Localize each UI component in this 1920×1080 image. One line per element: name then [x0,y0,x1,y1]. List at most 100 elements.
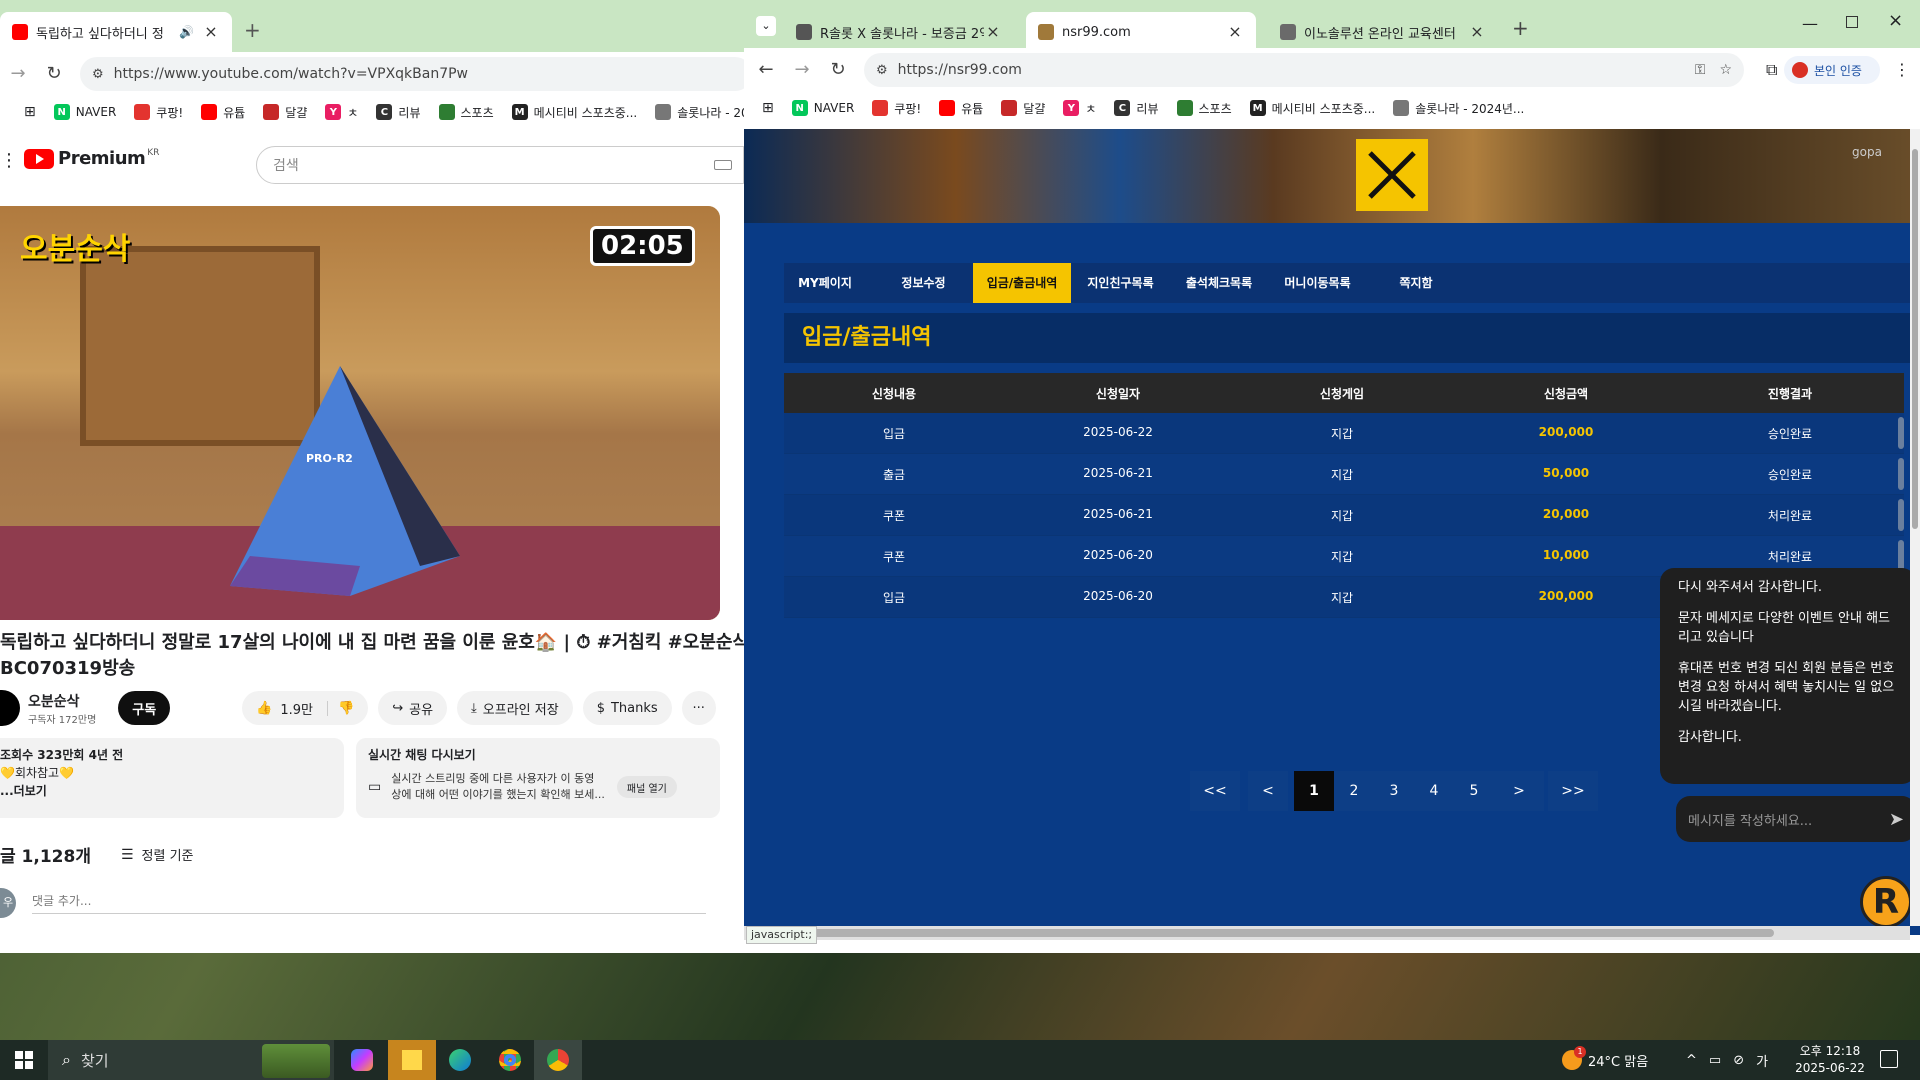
minimize-icon[interactable]: — [1802,14,1818,33]
close-icon[interactable]: × [984,23,1002,41]
share-button[interactable]: ↪ 공유 [378,691,448,725]
channel-name[interactable]: 오분순삭 [28,691,96,711]
thanks-button[interactable]: $ Thanks [582,691,672,725]
site-menu-item[interactable]: MY페이지 [776,263,874,303]
pagination-button[interactable]: 1 [1294,771,1334,811]
start-button[interactable] [0,1040,48,1080]
site-menu-item[interactable]: 출석체크목록 [1170,263,1268,303]
bookmark-item[interactable]: M 메시티비 스포츠중... [1249,100,1375,117]
bookmark-item[interactable]: 쿠팡! [872,100,921,117]
site-menu-item[interactable]: 지인친구목록 [1072,263,1170,303]
password-key-icon[interactable]: ⚿ [1695,62,1706,78]
keyboard-icon[interactable] [714,160,732,170]
vertical-scrollbar-thumb[interactable] [1912,149,1918,529]
bookmark-item[interactable]: 유튭 [939,100,983,117]
maximize-icon[interactable] [1846,16,1858,28]
channel-avatar[interactable] [0,690,20,726]
forward-icon[interactable]: → [6,62,30,86]
comment-input[interactable]: 댓글 추가... [32,892,706,914]
bookmark-item[interactable]: 쿠팡! [134,104,183,121]
bookmark-item[interactable]: 스포츠 [438,104,494,121]
show-more-link[interactable]: ...더보기 [0,782,344,800]
sort-icon[interactable]: ☰ [121,847,134,863]
search-input[interactable]: 검색 [256,146,744,184]
address-bar[interactable]: ⚙ https://nsr99.com ⚿ ☆ [864,53,1744,87]
site-menu-item[interactable]: 입금/출금내역 [973,263,1071,303]
chrome-app-active[interactable] [534,1040,582,1080]
close-icon[interactable]: × [1226,23,1244,41]
video-player[interactable]: PRO-R2 오분순삭 02:05 [0,206,720,620]
pagination-button[interactable]: < [1248,771,1288,811]
chat-input[interactable]: 메시지를 작성하세요... ➤ [1676,796,1916,842]
weather-widget[interactable]: 1 24°C 맑음 [1562,1040,1648,1080]
more-button[interactable]: ··· [681,691,716,725]
pagination-button[interactable]: 4 [1414,771,1454,811]
window-close-icon[interactable]: × [1888,10,1903,31]
reload-icon[interactable]: ↻ [826,58,850,82]
pagination-button[interactable]: > [1494,771,1544,811]
site-settings-icon[interactable]: ⚙ [876,63,888,78]
bookmark-item[interactable]: 스포츠 [1176,100,1232,117]
youtube-logo[interactable]: Premium KR [24,148,159,169]
site-menu-item[interactable]: 머니이동목록 [1269,263,1367,303]
bookmark-item[interactable]: N NAVER [53,104,116,120]
apps-grid-icon[interactable]: ⊞ [24,104,36,120]
like-button[interactable]: 👍 1.9만 👎 [242,691,369,725]
site-menu-item[interactable]: 정보수정 [875,263,973,303]
tab-r-slot[interactable]: R솔롯 X 솔롯나라 - 보증금 2억 × [784,12,1014,52]
extensions-icon[interactable]: ⧉ [1766,60,1777,80]
bookmark-item[interactable]: Yㅊ [325,104,358,121]
forward-icon[interactable]: → [790,58,814,82]
clock[interactable]: 오후 12:18 2025-06-22 [1790,1043,1870,1077]
bookmark-item[interactable]: C 리뷰 [1114,100,1159,117]
horizontal-scrollbar[interactable] [744,926,1910,940]
pagination-button[interactable]: 3 [1374,771,1414,811]
verify-button[interactable]: 본인 인증 [1784,56,1880,84]
subscribe-button[interactable]: 구독 [118,691,171,725]
pagination-button[interactable]: 2 [1334,771,1374,811]
bookmark-star-icon[interactable]: ☆ [1719,62,1732,78]
sticky-notes-app[interactable] [388,1040,436,1080]
sort-button[interactable]: 정렬 기준 [142,845,194,864]
tab-nsr99[interactable]: nsr99.com × [1026,12,1256,52]
chrome-app[interactable] [486,1040,534,1080]
site-menu-item[interactable]: 쪽지함 [1367,263,1465,303]
site-settings-icon[interactable]: ⚙ [92,67,104,82]
back-icon[interactable]: ← [754,58,778,82]
vertical-scrollbar[interactable] [1910,129,1920,926]
tray-chevron-icon[interactable]: ^ [1686,1053,1697,1068]
bookmark-item[interactable]: Yㅊ [1063,100,1096,117]
banner-close-button[interactable] [1356,139,1428,211]
send-icon[interactable]: ➤ [1889,809,1904,830]
bookmark-item[interactable]: M 메시티비 스포츠중... [511,104,637,121]
chat-launcher-logo[interactable]: R [1860,876,1912,928]
offline-save-button[interactable]: ⤓ 오프라인 저장 [457,691,573,725]
tab-search-icon[interactable]: ⌄ [756,16,776,36]
scrollbar-thumb[interactable] [804,929,1774,937]
notifications-icon[interactable] [1880,1050,1898,1068]
bookmark-item[interactable]: 솔롯나라 - 2024년... [1393,100,1524,117]
pagination-button[interactable]: 5 [1454,771,1494,811]
tab-inno-solution[interactable]: 이노솔루션 온라인 교육센터 × [1268,12,1498,52]
bookmark-item[interactable]: C 리뷰 [376,104,421,121]
close-icon[interactable]: × [1468,23,1486,41]
description-box[interactable]: 조회수 323만회 4년 전 💛회차참고💛 ...더보기 [0,738,344,818]
bookmark-item[interactable]: 달걀 [263,104,307,121]
pagination-button[interactable]: >> [1548,771,1598,811]
kebab-menu-icon[interactable]: ⋮ [1894,60,1910,79]
bookmark-item[interactable]: 솔롯나라 - 2024 [655,104,744,121]
bookmark-item[interactable]: 달걀 [1001,100,1045,117]
thumbs-down-icon[interactable]: 👎 [327,700,354,716]
mute-icon[interactable]: ⊘ [1733,1053,1744,1068]
address-bar[interactable]: ⚙ https://www.youtube.com/watch?v=VPXqkB… [80,57,744,91]
bookmark-item[interactable]: 유튭 [201,104,245,121]
menu-icon[interactable]: ⋮ [0,150,18,171]
apps-grid-icon[interactable]: ⊞ [762,100,774,116]
ime-icon[interactable]: 가 [1756,1051,1768,1070]
tab-youtube[interactable]: 독립하고 싶다하더니 정 🔊 × [0,12,232,52]
pagination-button[interactable]: << [1190,771,1240,811]
new-tab-button[interactable]: + [244,18,261,42]
edge-app[interactable] [436,1040,484,1080]
network-icon[interactable]: ▭ [1709,1053,1721,1068]
taskbar-search[interactable]: ⌕ 찾기 [48,1040,334,1080]
